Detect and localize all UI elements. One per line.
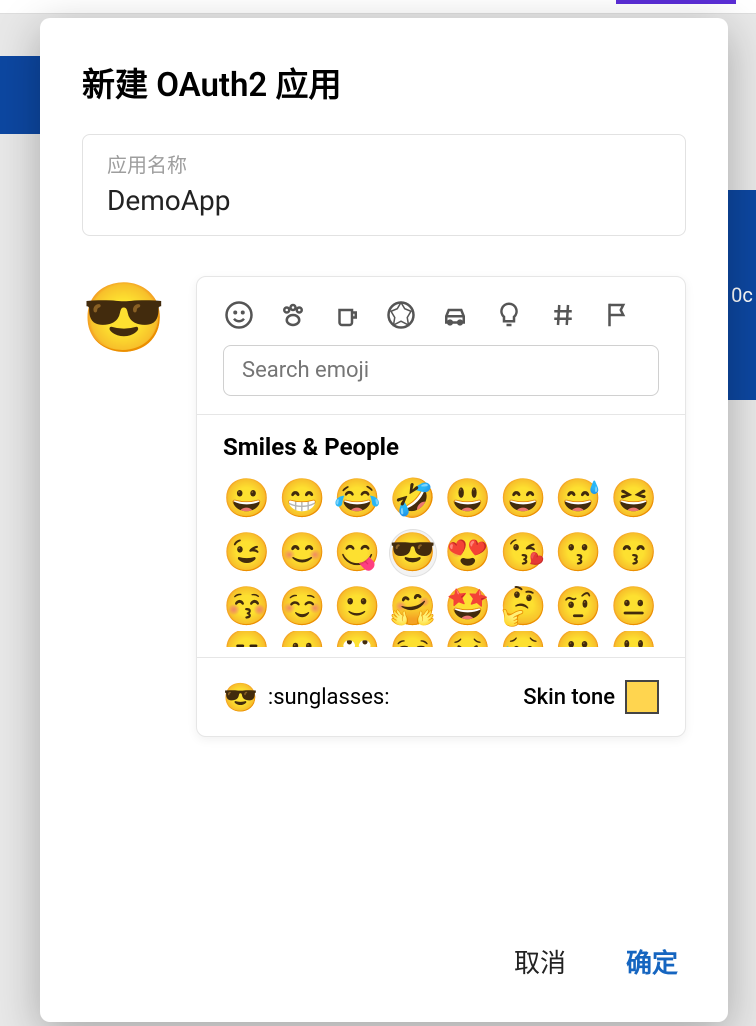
selected-emoji-preview[interactable]: 😎 [82, 276, 166, 360]
emoji-option[interactable]: 🙄 [334, 631, 382, 647]
smiley-icon[interactable] [223, 299, 255, 331]
emoji-option[interactable]: 😂 [334, 475, 382, 523]
emoji-option-selected[interactable]: 😎 [389, 529, 437, 577]
emoji-option[interactable]: 😣 [444, 631, 492, 647]
emoji-option[interactable]: 🤩 [444, 583, 492, 631]
modal-body: 应用名称 😎 [40, 134, 728, 909]
modal-actions: 取消 确定 [40, 909, 728, 1022]
bulb-icon[interactable] [493, 299, 525, 331]
picker-category-tabs [197, 277, 685, 345]
emoji-picker: Smiles & People 😀 😁 😂 🤣 😃 😄 😅 😆 😉 😊 😋 [196, 276, 686, 737]
emoji-option[interactable]: 😄 [499, 475, 547, 523]
emoji-option[interactable]: 😋 [334, 529, 382, 577]
emoji-option[interactable]: 😚 [223, 583, 271, 631]
emoji-option[interactable]: 😮 [555, 631, 603, 647]
backdrop-panel-right: 0c [728, 190, 756, 400]
emoji-option[interactable]: 😐 [610, 583, 658, 631]
emoji-option[interactable]: 😏 [389, 631, 437, 647]
category-title: Smiles & People [223, 433, 659, 461]
app-name-input[interactable] [107, 184, 661, 217]
cancel-button[interactable]: 取消 [514, 943, 566, 980]
app-name-field[interactable]: 应用名称 [82, 134, 686, 236]
emoji-grid-partial: 😑 😶 🙄 😏 😣 😥 😮 🤐 [223, 631, 659, 647]
soccer-icon[interactable] [385, 299, 417, 331]
emoji-option[interactable]: 😀 [223, 475, 271, 523]
emoji-option[interactable]: 😑 [223, 631, 271, 647]
skin-tone-label: Skin tone [523, 685, 615, 710]
emoji-option[interactable]: 😗 [555, 529, 603, 577]
hash-icon[interactable] [547, 299, 579, 331]
backdrop-right-text: 0c [731, 283, 753, 307]
emoji-option[interactable]: 🤨 [555, 583, 603, 631]
car-icon[interactable] [439, 299, 471, 331]
emoji-option[interactable]: 😆 [610, 475, 658, 523]
emoji-option[interactable]: 😍 [444, 529, 492, 577]
footer-emoji-preview: 😎 [223, 681, 258, 714]
emoji-option[interactable]: 🤔 [499, 583, 547, 631]
emoji-option[interactable]: 😘 [499, 529, 547, 577]
emoji-option[interactable]: 😃 [444, 475, 492, 523]
emoji-option[interactable]: 😅 [555, 475, 603, 523]
emoji-option[interactable]: 🤣 [389, 475, 437, 523]
paw-icon[interactable] [277, 299, 309, 331]
emoji-option[interactable]: 😶 [278, 631, 326, 647]
emoji-option[interactable]: 🤗 [389, 583, 437, 631]
skin-tone-swatch[interactable] [625, 680, 659, 714]
emoji-option[interactable]: 😥 [499, 631, 547, 647]
emoji-option[interactable]: ☺️ [278, 583, 326, 631]
emoji-grid: 😀 😁 😂 🤣 😃 😄 😅 😆 😉 😊 😋 😎 😍 😘 [223, 475, 659, 631]
modal-title: 新建 OAuth2 应用 [40, 58, 728, 134]
emoji-search-input[interactable] [223, 345, 659, 396]
cup-icon[interactable] [331, 299, 363, 331]
confirm-button[interactable]: 确定 [626, 943, 678, 980]
emoji-section: 😎 [82, 276, 686, 737]
emoji-option[interactable]: 🙂 [334, 583, 382, 631]
picker-body: Smiles & People 😀 😁 😂 🤣 😃 😄 😅 😆 😉 😊 😋 [197, 415, 685, 657]
picker-search-wrap [197, 345, 685, 414]
create-oauth2-app-modal: 新建 OAuth2 应用 应用名称 😎 [40, 18, 728, 1022]
footer-shortcode: :sunglasses: [268, 685, 390, 710]
app-name-label: 应用名称 [107, 149, 661, 178]
emoji-option[interactable]: 😊 [278, 529, 326, 577]
backdrop-button-left [0, 56, 40, 134]
backdrop-accent-bar [616, 0, 736, 4]
emoji-shortcode-preview: 😎 :sunglasses: [223, 681, 390, 714]
flag-icon[interactable] [601, 299, 633, 331]
skin-tone-selector[interactable]: Skin tone [523, 680, 659, 714]
emoji-option[interactable]: 🤐 [610, 631, 658, 647]
emoji-option[interactable]: 😉 [223, 529, 271, 577]
picker-footer: 😎 :sunglasses: Skin tone [197, 658, 685, 736]
emoji-option[interactable]: 😙 [610, 529, 658, 577]
emoji-option[interactable]: 😁 [278, 475, 326, 523]
